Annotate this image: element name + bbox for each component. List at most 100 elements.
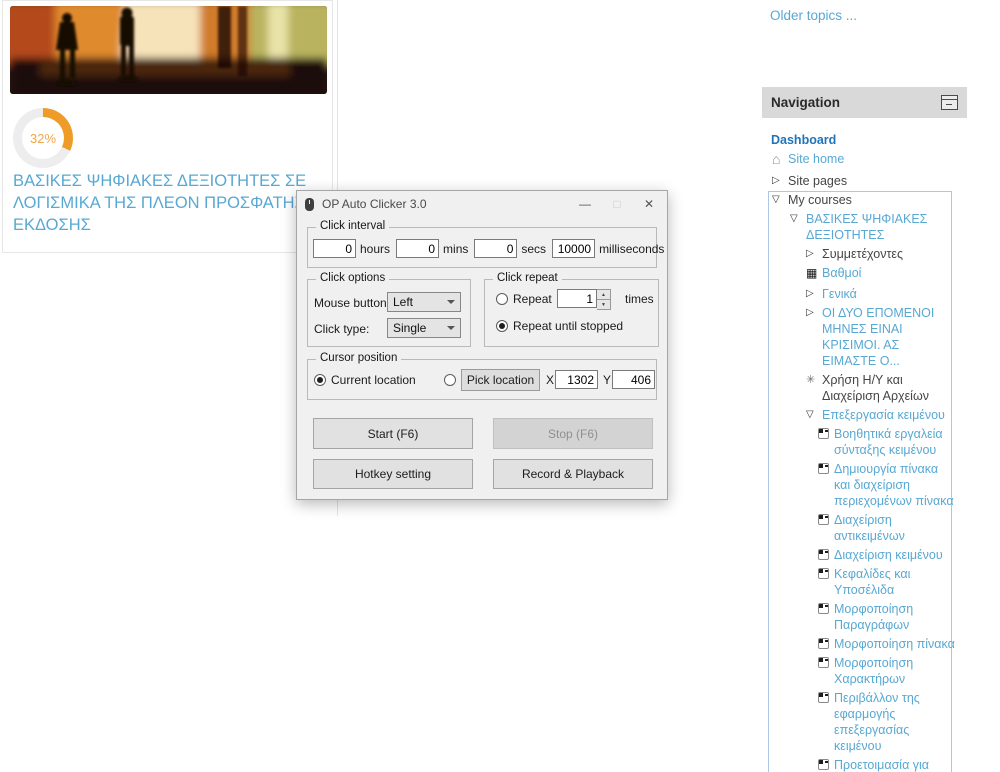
click-interval-legend: Click interval <box>316 220 390 232</box>
nav-tree-item[interactable]: Προετοιμασία για εκτύπωση <box>762 757 967 772</box>
package-icon <box>818 655 834 667</box>
nav-tree-item-label: Δημιουργία πίνακα και διαχείριση περιεχο… <box>834 462 954 508</box>
nav-tree-item-label: ΟΙ ΔΥΟ ΕΠΟΜΕΝΟΙ ΜΗΝΕΣ ΕΙΝΑΙ ΚΡΙΣΙΜΟΙ. ΑΣ… <box>822 306 935 368</box>
package-icon <box>818 757 834 769</box>
course-title-link[interactable]: ΒΑΣΙΚΕΣ ΨΗΦΙΑΚΕΣ ΔΕΞΙΟΤΗΤΕΣ ΣΕ ΛΟΓΙΣΜΙΚΑ… <box>13 170 327 236</box>
x-coordinate-input[interactable] <box>555 370 598 389</box>
course-image-art <box>10 6 327 94</box>
triangle-right-icon[interactable] <box>806 286 822 302</box>
nav-tree-item[interactable]: ΒΑΣΙΚΕΣ ΨΗΦΙΑΚΕΣ ΔΕΞΙΟΤΗΤΕΣ <box>762 211 967 243</box>
package-icon <box>818 636 834 648</box>
nav-tree-item-label: Διαχείριση κειμένου <box>834 548 943 562</box>
click-interval-fields: hours mins secs milliseconds <box>313 239 664 258</box>
stop-button[interactable]: Stop (F6) <box>493 418 653 449</box>
nav-tree-item[interactable]: Συμμετέχοντες <box>762 246 967 262</box>
nav-tree-item[interactable]: Επεξεργασία κειμένου <box>762 407 967 423</box>
nav-tree-item[interactable]: Χρήση Η/Υ και Διαχείριση Αρχείων <box>762 372 967 404</box>
click-type-value: Single <box>393 321 427 335</box>
repeat-count-stepper: ▲ ▼ <box>557 289 611 310</box>
nav-tree-item[interactable]: My courses <box>762 192 967 208</box>
nav-tree-item[interactable]: Μορφοποίηση Παραγράφων <box>762 601 967 633</box>
repeat-count-input[interactable] <box>557 289 597 308</box>
page: 32% ΒΑΣΙΚΕΣ ΨΗΦΙΑΚΕΣ ΔΕΞΙΟΤΗΤΕΣ ΣΕ ΛΟΓΙΣ… <box>0 0 1000 772</box>
repeat-until-stopped-radio[interactable] <box>496 320 508 332</box>
maximize-button[interactable]: □ <box>601 191 633 217</box>
navigation-title: Navigation <box>771 95 841 110</box>
nav-tree-item-label: Βοηθητικά εργαλεία σύνταξης κειμένου <box>834 427 943 457</box>
pick-location-button[interactable]: Pick location <box>461 369 540 391</box>
course-image[interactable] <box>10 6 327 94</box>
package-icon <box>818 690 834 702</box>
click-interval-group: Click interval hours mins secs milliseconds <box>307 220 664 268</box>
nav-tree-item[interactable]: Βοηθητικά εργαλεία σύνταξης κειμένου <box>762 426 967 458</box>
dock-block-icon[interactable] <box>941 95 958 110</box>
stepper-down-icon[interactable]: ▼ <box>597 299 610 309</box>
nav-tree-item[interactable]: Dashboard <box>762 132 967 148</box>
stepper-up-icon[interactable]: ▲ <box>597 290 610 299</box>
nav-tree-item-label: ΒΑΣΙΚΕΣ ΨΗΦΙΑΚΕΣ ΔΕΞΙΟΤΗΤΕΣ <box>806 212 928 242</box>
nav-tree-item[interactable]: Γενικά <box>762 286 967 302</box>
mouse-button-select[interactable]: Left <box>387 292 461 312</box>
interval-milliseconds-input[interactable] <box>552 239 596 258</box>
triangle-down-icon[interactable] <box>772 192 788 208</box>
nav-tree-item[interactable]: Site pages <box>762 173 967 189</box>
triangle-right-icon[interactable] <box>806 246 822 262</box>
hotkey-setting-button[interactable]: Hotkey setting <box>313 459 473 489</box>
nav-tree-item[interactable]: Δημιουργία πίνακα και διαχείριση περιεχο… <box>762 461 967 509</box>
nav-tree-item-label: Γενικά <box>822 287 857 301</box>
grades-icon <box>806 265 822 283</box>
package-icon <box>818 461 834 473</box>
click-options-group: Click options Mouse button: Left Click t… <box>307 272 471 347</box>
cursor-position-legend: Cursor position <box>316 352 402 364</box>
interval-mins-input[interactable] <box>396 239 440 258</box>
y-coordinate-input[interactable] <box>612 370 655 389</box>
triangle-right-icon[interactable] <box>806 305 822 321</box>
nav-tree-item-label: Κεφαλίδες και Υποσέλιδα <box>834 567 911 597</box>
autoclicker-window: OP Auto Clicker 3.0 — □ ✕ Click interval… <box>296 190 668 500</box>
nav-tree-item[interactable]: Μορφοποίηση Χαρακτήρων <box>762 655 967 687</box>
progress-percent: 32% <box>22 117 64 159</box>
triangle-right-icon[interactable] <box>772 173 788 189</box>
nav-tree-item[interactable]: Περιβάλλον της εφαρμογής επεξεργασίας κε… <box>762 690 967 754</box>
interval-secs-input[interactable] <box>474 239 518 258</box>
nav-tree-item-label: Διαχείριση αντικειμένων <box>834 513 905 543</box>
nav-tree-item-label: Μορφοποίηση Παραγράφων <box>834 602 914 632</box>
nav-tree-item-label: Περιβάλλον της εφαρμογής επεξεργασίας κε… <box>834 691 920 753</box>
close-button[interactable]: ✕ <box>633 191 665 217</box>
window-titlebar[interactable]: OP Auto Clicker 3.0 — □ ✕ <box>297 191 667 217</box>
current-location-radio[interactable] <box>314 374 326 386</box>
nav-tree-item-label: Dashboard <box>771 133 837 147</box>
interval-hours-label: hours <box>360 241 391 256</box>
nav-tree-item[interactable]: Διαχείριση κειμένου <box>762 547 967 563</box>
package-icon <box>818 566 834 578</box>
nav-tree-item[interactable]: Site home <box>762 151 967 170</box>
minimize-button[interactable]: — <box>569 191 601 217</box>
package-icon <box>818 512 834 524</box>
nav-tree-item[interactable]: ΟΙ ΔΥΟ ΕΠΟΜΕΝΟΙ ΜΗΝΕΣ ΕΙΝΑΙ ΚΡΙΣΙΜΟΙ. ΑΣ… <box>762 305 967 369</box>
chevron-down-icon <box>447 326 455 330</box>
package-icon <box>818 547 834 559</box>
pick-location-radio[interactable] <box>444 374 456 386</box>
interval-hours-input[interactable] <box>313 239 356 258</box>
navigation-block-header: Navigation <box>762 87 967 118</box>
click-repeat-group: Click repeat Repeat ▲ ▼ times Repeat unt… <box>484 272 659 347</box>
click-options-legend: Click options <box>316 272 390 284</box>
course-card: 32% ΒΑΣΙΚΕΣ ΨΗΦΙΑΚΕΣ ΔΕΞΙΟΤΗΤΕΣ ΣΕ ΛΟΓΙΣ… <box>2 0 333 253</box>
nav-tree-item[interactable]: Κεφαλίδες και Υποσέλιδα <box>762 566 967 598</box>
older-topics-link[interactable]: Older topics ... <box>770 8 857 23</box>
nav-tree-item[interactable]: Μορφοποίηση πίνακα <box>762 636 967 652</box>
nav-tree-item-label: Χρήση Η/Υ και Διαχείριση Αρχείων <box>822 373 929 403</box>
home-icon <box>772 151 788 170</box>
nav-tree-item[interactable]: Βαθμοί <box>762 265 967 283</box>
start-button[interactable]: Start (F6) <box>313 418 473 449</box>
chevron-down-icon <box>447 300 455 304</box>
repeat-radio[interactable] <box>496 293 508 305</box>
y-label: Y <box>603 373 612 387</box>
nav-tree-item[interactable]: Διαχείριση αντικειμένων <box>762 512 967 544</box>
click-type-select[interactable]: Single <box>387 318 461 338</box>
nav-tree-item-label: Site home <box>788 152 845 166</box>
triangle-down-icon[interactable] <box>790 211 806 227</box>
window-controls: — □ ✕ <box>569 191 665 217</box>
triangle-down-icon[interactable] <box>806 407 822 423</box>
record-playback-button[interactable]: Record & Playback <box>493 459 653 489</box>
